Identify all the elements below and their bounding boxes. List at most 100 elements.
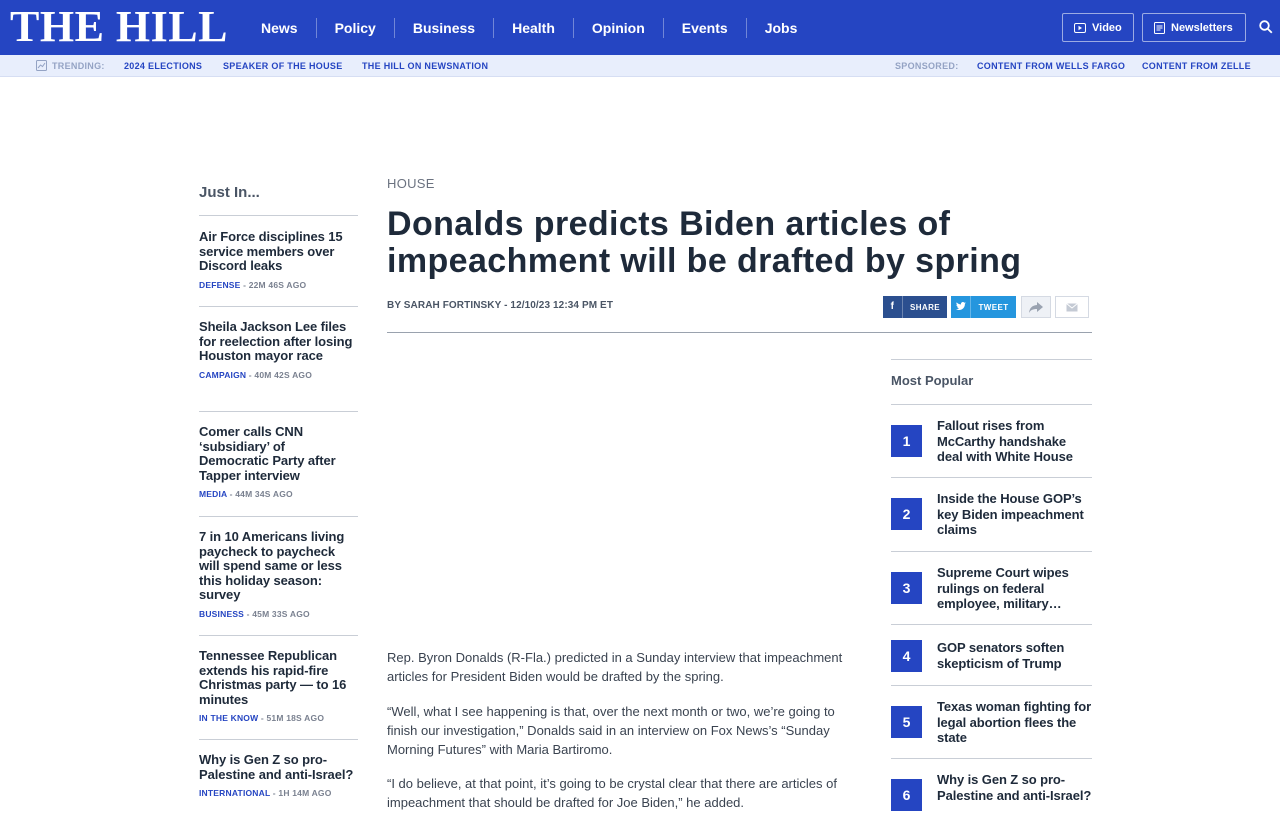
most-popular-headline[interactable]: Why is Gen Z so pro-Palestine and anti-I… (937, 772, 1092, 811)
trending-link-speaker[interactable]: SPEAKER OF THE HOUSE (223, 61, 343, 71)
twitter-icon (951, 296, 971, 318)
just-in-item[interactable]: Why is Gen Z so pro-Palestine and anti-I… (199, 752, 358, 799)
divider (891, 758, 1092, 759)
just-in-meta: IN THE KNOW - 51M 18S AGO (199, 713, 358, 723)
most-popular-item[interactable]: 3 Supreme Court wipes rulings on federal… (891, 565, 1092, 612)
just-in-meta: BUSINESS - 45M 33S AGO (199, 609, 358, 619)
most-popular-item[interactable]: 6 Why is Gen Z so pro-Palestine and anti… (891, 772, 1092, 811)
most-popular-headline[interactable]: GOP senators soften skepticism of Trump (937, 640, 1092, 672)
just-in-headline[interactable]: 7 in 10 Americans living paycheck to pay… (199, 529, 358, 603)
newsletters-label: Newsletters (1171, 21, 1233, 34)
article-paragraph: “I do believe, at that point, it’s going… (387, 776, 837, 810)
rank-badge: 3 (891, 572, 922, 604)
most-popular-item[interactable]: 1 Fallout rises from McCarthy handshake … (891, 418, 1092, 465)
article-byline: BY SARAH FORTINSKY - 12/10/23 12:34 PM E… (387, 300, 614, 311)
nav-news[interactable]: News (243, 18, 316, 38)
most-popular-title: Most Popular (891, 373, 974, 388)
just-in-time: - 45M 33S AGO (244, 608, 310, 619)
site-logo[interactable]: THE HILL (10, 4, 228, 50)
just-in-category[interactable]: CAMPAIGN (199, 370, 246, 380)
newsletters-button[interactable]: Newsletters (1142, 13, 1246, 42)
just-in-item[interactable]: Comer calls CNN ‘subsidiary’ of Democrat… (199, 424, 358, 499)
divider (891, 359, 1092, 360)
divider (199, 739, 358, 740)
share-arrow-icon (1029, 301, 1043, 313)
facebook-share-button[interactable]: f SHARE (883, 296, 947, 318)
play-icon (1074, 22, 1086, 33)
newsletter-icon (1154, 21, 1165, 34)
trending-bar: TRENDING: 2024 ELECTIONS SPEAKER OF THE … (0, 55, 1280, 77)
divider (891, 551, 1092, 552)
article-paragraph: “Well, what I see happening is that, ove… (387, 704, 835, 757)
article-section[interactable]: HOUSE (387, 176, 435, 191)
just-in-item[interactable]: Air Force disciplines 15 service members… (199, 229, 358, 290)
forward-share-button[interactable] (1021, 296, 1051, 318)
trending-link-elections[interactable]: 2024 ELECTIONS (124, 61, 202, 71)
nav-events[interactable]: Events (662, 17, 746, 38)
just-in-category[interactable]: DEFENSE (199, 280, 241, 290)
rank-badge: 5 (891, 706, 922, 738)
just-in-item[interactable]: Sheila Jackson Lee files for reelection … (199, 319, 358, 380)
trending-icon (36, 60, 47, 71)
just-in-headline[interactable]: Tennessee Republican extends his rapid-f… (199, 648, 358, 707)
divider (891, 477, 1092, 478)
nav-health[interactable]: Health (493, 17, 573, 38)
article-paragraph: Rep. Byron Donalds (R-Fla.) predicted in… (387, 650, 843, 684)
rank-badge: 6 (891, 779, 922, 811)
most-popular-headline[interactable]: Inside the House GOP’s key Biden impeach… (937, 491, 1092, 538)
nav-opinion[interactable]: Opinion (572, 17, 663, 38)
divider (199, 215, 358, 216)
most-popular-item[interactable]: 4 GOP senators soften skepticism of Trum… (891, 640, 1092, 672)
divider (199, 306, 358, 307)
rank-badge: 2 (891, 498, 922, 530)
nav-business[interactable]: Business (393, 17, 493, 38)
mail-icon (1066, 302, 1078, 311)
just-in-title: Just In... (199, 184, 260, 201)
rank-badge: 1 (891, 425, 922, 457)
article-divider (387, 332, 1092, 333)
facebook-icon: f (883, 296, 903, 318)
just-in-headline[interactable]: Comer calls CNN ‘subsidiary’ of Democrat… (199, 424, 358, 483)
divider (199, 516, 358, 517)
just-in-category[interactable]: BUSINESS (199, 609, 244, 619)
video-button[interactable]: Video (1062, 13, 1134, 42)
divider (891, 404, 1092, 405)
main-nav: News Policy Business Health Opinion Even… (243, 0, 815, 55)
just-in-headline[interactable]: Sheila Jackson Lee files for reelection … (199, 319, 358, 364)
just-in-meta: MEDIA - 44M 34S AGO (199, 489, 358, 499)
facebook-share-label: SHARE (909, 302, 940, 312)
just-in-item[interactable]: 7 in 10 Americans living paycheck to pay… (199, 529, 358, 619)
sponsored-label: SPONSORED: (895, 61, 959, 71)
most-popular-headline[interactable]: Supreme Court wipes rulings on federal e… (937, 565, 1092, 612)
nav-policy[interactable]: Policy (315, 17, 394, 38)
nav-jobs[interactable]: Jobs (745, 17, 816, 38)
site-header: THE HILL News Policy Business Health Opi… (0, 0, 1280, 55)
divider (199, 411, 358, 412)
search-icon[interactable] (1259, 20, 1273, 34)
trending-label: TRENDING: (52, 61, 105, 71)
twitter-share-button[interactable]: TWEET (951, 296, 1016, 318)
sponsored-link-wells-fargo[interactable]: CONTENT FROM WELLS FARGO (977, 61, 1125, 71)
just-in-time: - 22M 46S AGO (240, 279, 307, 290)
video-label: Video (1092, 21, 1122, 34)
just-in-time: - 51M 18S AGO (258, 713, 325, 724)
just-in-meta: CAMPAIGN - 40M 42S AGO (199, 370, 358, 380)
trending-link-newsnation[interactable]: THE HILL ON NEWSNATION (362, 61, 488, 71)
just-in-headline[interactable]: Why is Gen Z so pro-Palestine and anti-I… (199, 752, 358, 782)
most-popular-item[interactable]: 2 Inside the House GOP’s key Biden impea… (891, 491, 1092, 538)
just-in-item[interactable]: Tennessee Republican extends his rapid-f… (199, 648, 358, 723)
just-in-category[interactable]: MEDIA (199, 489, 227, 499)
most-popular-headline[interactable]: Texas woman fighting for legal abortion … (937, 699, 1092, 746)
twitter-share-label: TWEET (978, 302, 1009, 312)
email-share-button[interactable] (1055, 296, 1089, 318)
just-in-category[interactable]: INTERNATIONAL (199, 788, 270, 798)
sponsored-link-zelle[interactable]: CONTENT FROM ZELLE (1142, 61, 1251, 71)
most-popular-item[interactable]: 5 Texas woman fighting for legal abortio… (891, 699, 1092, 746)
divider (199, 635, 358, 636)
just-in-time: - 1H 14M AGO (270, 788, 332, 799)
most-popular-headline[interactable]: Fallout rises from McCarthy handshake de… (937, 418, 1092, 465)
rank-badge: 4 (891, 640, 922, 672)
article-headline: Donalds predicts Biden articles of impea… (387, 205, 1022, 280)
just-in-category[interactable]: IN THE KNOW (199, 713, 258, 723)
just-in-headline[interactable]: Air Force disciplines 15 service members… (199, 229, 358, 274)
